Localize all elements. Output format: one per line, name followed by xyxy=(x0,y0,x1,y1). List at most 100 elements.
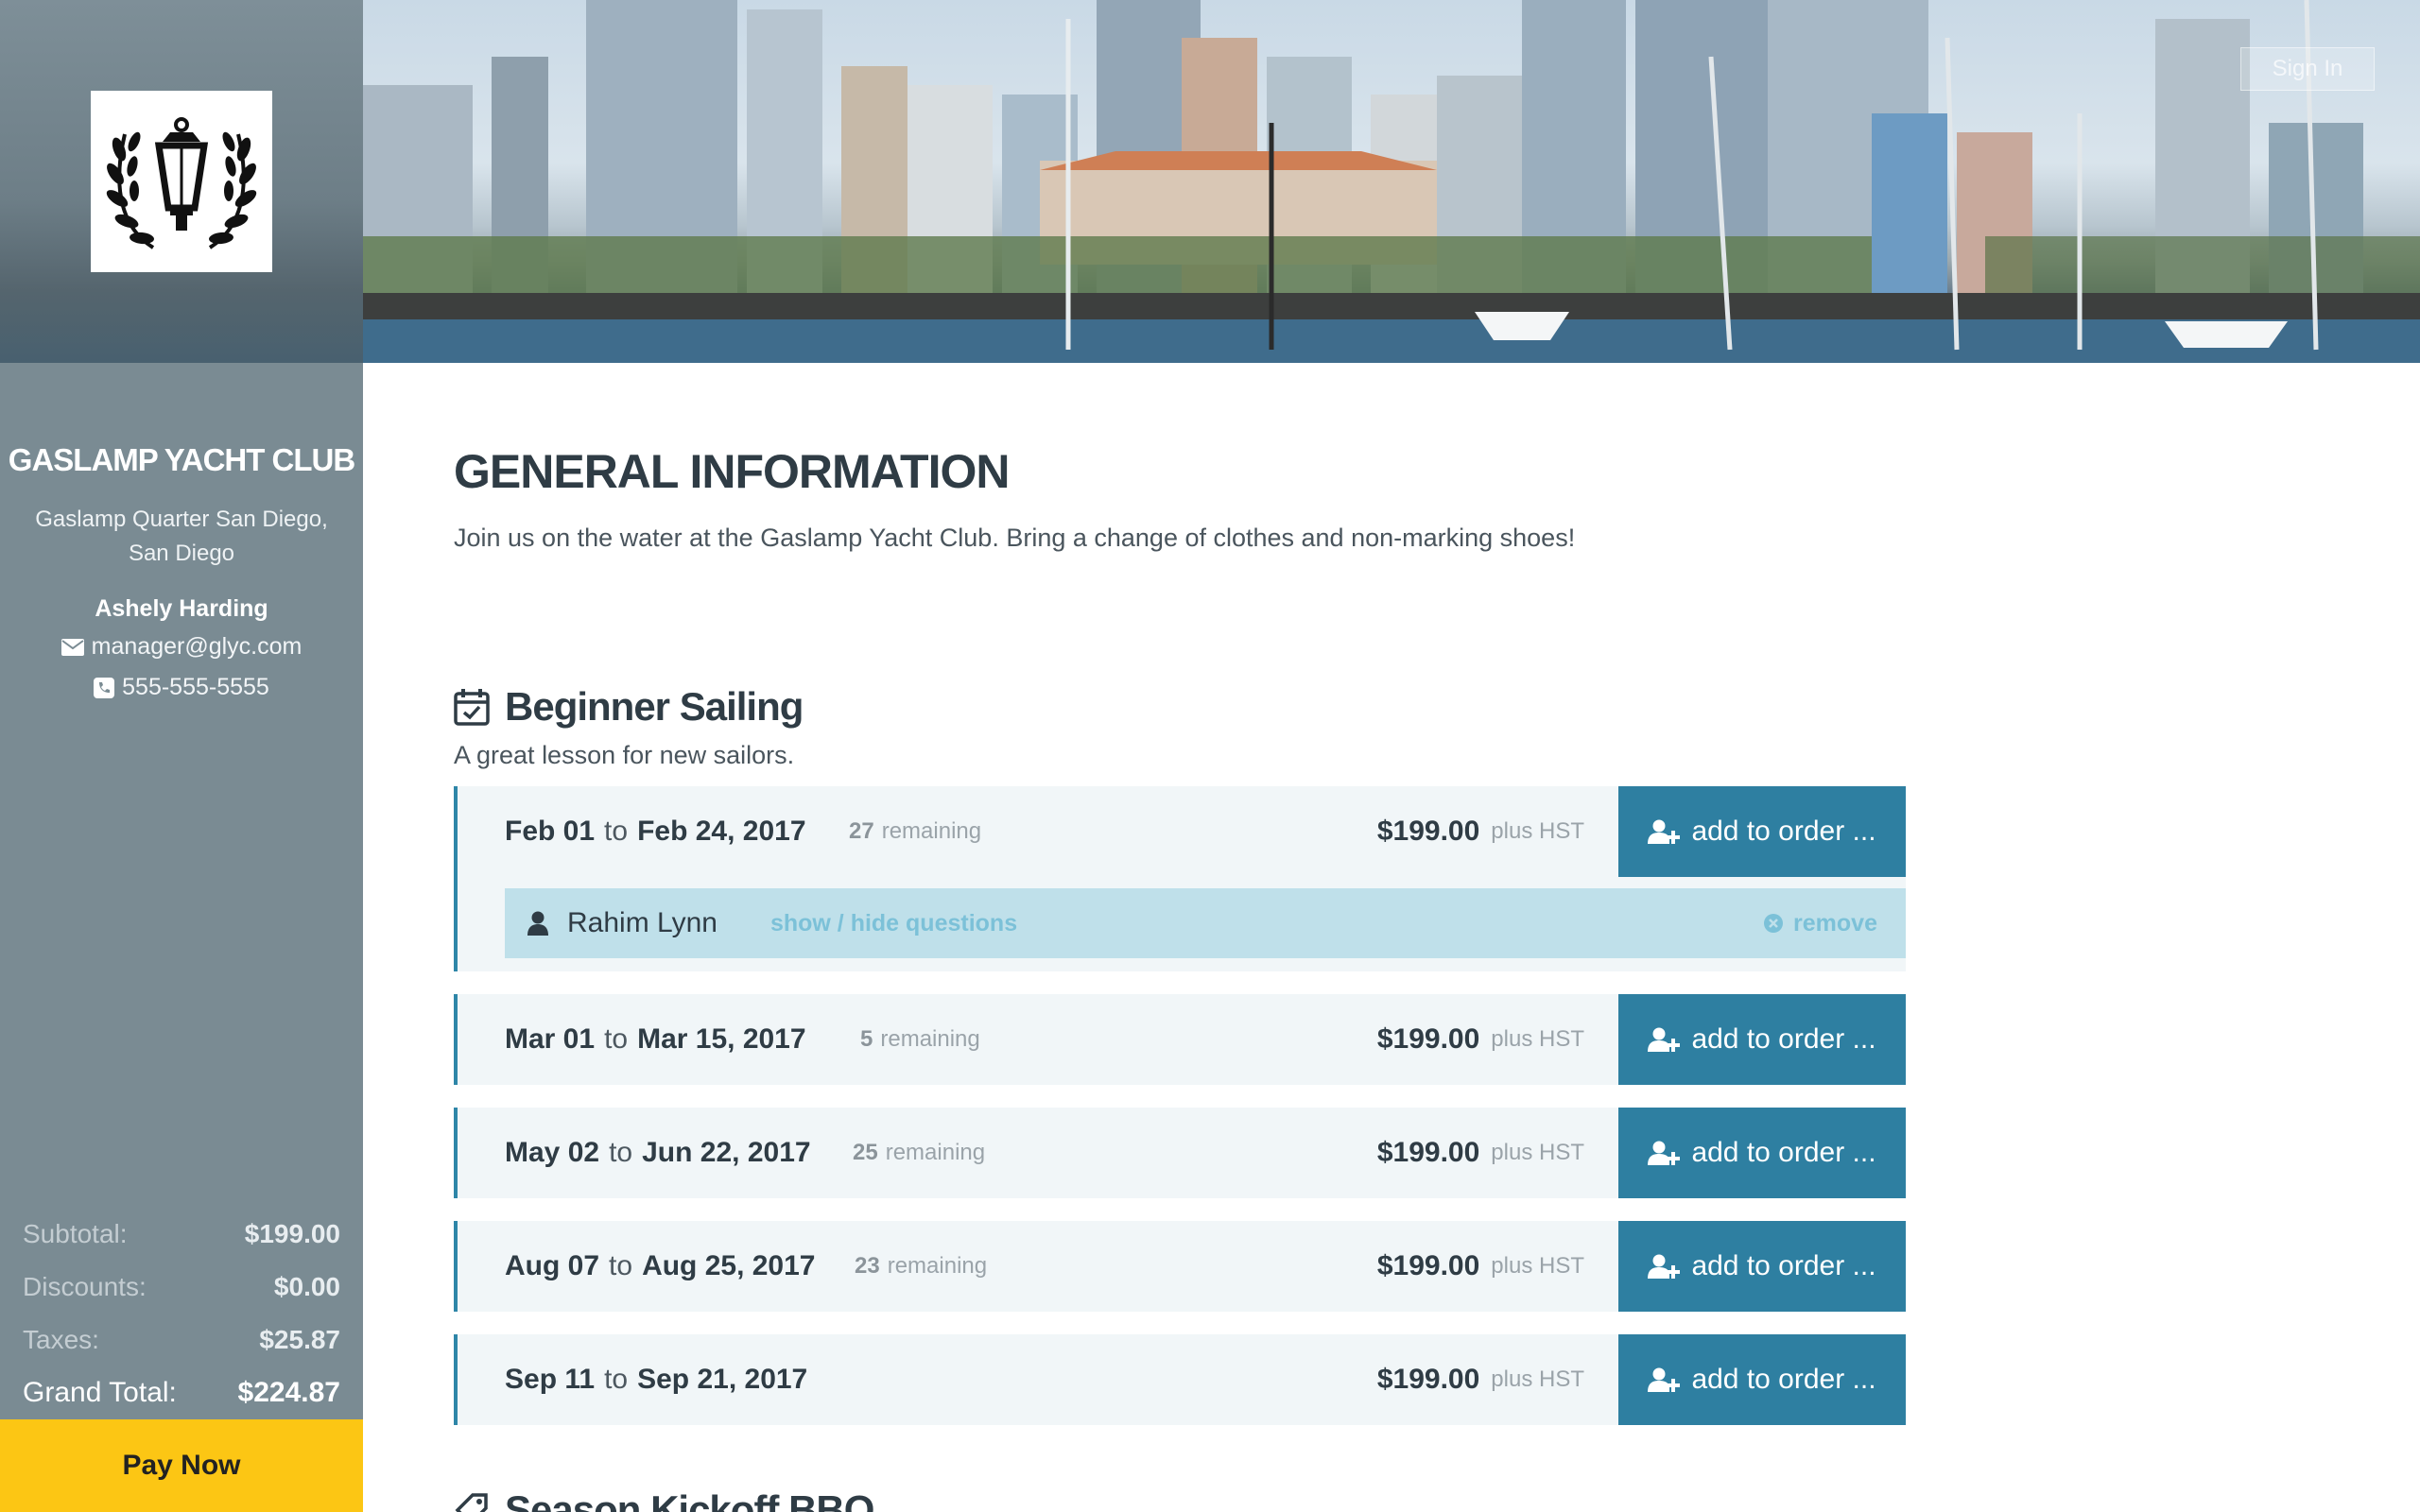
next-course-title: Season Kickoff BBQ xyxy=(505,1487,874,1512)
session-row: Aug 07 to Aug 25, 2017 23 remaining $199… xyxy=(458,1221,1906,1312)
session-start-date: Aug 07 xyxy=(505,1250,600,1281)
remaining-count: 25 xyxy=(853,1140,878,1165)
sidebar: GASLAMP YACHT CLUB Gaslamp Quarter San D… xyxy=(0,0,363,1512)
next-course-header: Season Kickoff BBQ xyxy=(454,1487,874,1512)
session-card: Sep 11 to Sep 21, 2017 $199.00 plus HST xyxy=(454,1334,1906,1425)
page-description: Join us on the water at the Gaslamp Yach… xyxy=(454,524,1576,552)
pay-now-button[interactable]: Pay Now xyxy=(0,1419,363,1512)
remaining-label: remaining xyxy=(885,1140,986,1165)
skyline-illustration xyxy=(359,0,2420,363)
club-address: Gaslamp Quarter San Diego, San Diego xyxy=(35,507,328,566)
remaining-label: remaining xyxy=(887,1253,988,1279)
session-dates: Aug 07 to Aug 25, 2017 xyxy=(505,1221,816,1312)
session-price: $199.00 plus HST xyxy=(1377,1221,1584,1312)
add-to-order-button[interactable]: add to order ... xyxy=(1618,994,1906,1085)
price-amount: $199.00 xyxy=(1376,1364,1480,1395)
attendee-row: Rahim Lynn show / hide questions remove xyxy=(505,888,1906,958)
session-price: $199.00 plus HST xyxy=(1377,786,1584,877)
person-icon xyxy=(527,911,548,936)
lantern-laurel-icon xyxy=(106,117,257,249)
session-end-date: Aug 25, 2017 xyxy=(642,1250,816,1281)
session-remaining: 27 remaining xyxy=(849,786,981,877)
session-row: Feb 01 to Feb 24, 2017 27 remaining $199… xyxy=(458,786,1906,877)
add-to-order-button[interactable]: add to order ... xyxy=(1618,1334,1906,1425)
page-title: GENERAL INFORMATION xyxy=(454,445,1010,498)
price-amount: $199.00 xyxy=(1376,1250,1480,1281)
user-plus-icon xyxy=(1648,1027,1681,1052)
price-amount: $199.00 xyxy=(1376,1137,1480,1168)
session-remaining: 5 remaining xyxy=(860,994,980,1085)
add-to-order-button[interactable]: add to order ... xyxy=(1618,786,1906,877)
price-tax-label: plus HST xyxy=(1491,1140,1584,1165)
add-to-order-label: add to order ... xyxy=(1691,1250,1876,1281)
manager-name: Ashely Harding xyxy=(95,595,268,622)
session-dates: Mar 01 to Mar 15, 2017 xyxy=(505,994,806,1085)
price-tax-label: plus HST xyxy=(1491,818,1584,844)
phone-icon xyxy=(94,677,115,698)
remove-circle-icon xyxy=(1764,914,1784,933)
header-banner-image: Sign In xyxy=(0,0,2420,363)
session-to-word: to xyxy=(604,1364,629,1395)
manager-phone[interactable]: 555-555-5555 xyxy=(0,674,363,701)
attendee-name: Rahim Lynn xyxy=(567,907,717,938)
club-name: GASLAMP YACHT CLUB xyxy=(8,442,355,477)
add-to-order-label: add to order ... xyxy=(1691,1023,1876,1055)
session-remaining: 25 remaining xyxy=(853,1108,985,1198)
course-header: Beginner Sailing xyxy=(454,684,804,730)
subtotal-label: Subtotal: xyxy=(23,1219,128,1248)
session-price: $199.00 plus HST xyxy=(1377,1334,1584,1425)
session-end-date: Jun 22, 2017 xyxy=(642,1137,811,1168)
session-dates: Feb 01 to Feb 24, 2017 xyxy=(505,786,806,877)
user-plus-icon xyxy=(1648,1141,1681,1165)
remaining-count: 5 xyxy=(860,1026,873,1052)
session-row: Mar 01 to Mar 15, 2017 5 remaining $199.… xyxy=(458,994,1906,1085)
grand-total-row: Grand Total: $224.87 xyxy=(23,1366,340,1419)
remove-attendee-button[interactable]: remove xyxy=(1763,888,1877,958)
session-row: Sep 11 to Sep 21, 2017 $199.00 plus HST xyxy=(458,1334,1906,1425)
calendar-check-icon xyxy=(454,689,490,726)
remaining-count: 27 xyxy=(849,818,874,844)
session-dates: Sep 11 to Sep 21, 2017 xyxy=(505,1334,807,1425)
session-to-word: to xyxy=(604,816,629,847)
session-start-date: Feb 01 xyxy=(505,816,596,847)
session-card: Feb 01 to Feb 24, 2017 27 remaining $199… xyxy=(454,786,1906,971)
grand-total-value: $224.87 xyxy=(237,1377,340,1408)
envelope-icon xyxy=(60,638,84,656)
user-plus-icon xyxy=(1648,1367,1681,1392)
session-start-date: May 02 xyxy=(505,1137,600,1168)
taxes-label: Taxes: xyxy=(23,1325,99,1354)
session-end-date: Feb 24, 2017 xyxy=(637,816,806,847)
add-to-order-button[interactable]: add to order ... xyxy=(1618,1221,1906,1312)
subtotal-value: $199.00 xyxy=(244,1219,340,1248)
course-description: A great lesson for new sailors. xyxy=(454,741,795,769)
remaining-label: remaining xyxy=(881,818,982,844)
remaining-label: remaining xyxy=(880,1026,980,1052)
toggle-questions-link[interactable]: show / hide questions xyxy=(770,910,1017,937)
price-tax-label: plus HST xyxy=(1491,1253,1584,1279)
add-to-order-label: add to order ... xyxy=(1691,1364,1876,1395)
add-to-order-button[interactable]: add to order ... xyxy=(1618,1108,1906,1198)
remaining-count: 23 xyxy=(855,1253,880,1279)
price-tax-label: plus HST xyxy=(1491,1366,1584,1392)
tag-icon xyxy=(455,1493,488,1512)
manager-email[interactable]: manager@glyc.com xyxy=(0,633,363,661)
course-title: Beginner Sailing xyxy=(505,684,804,729)
club-logo xyxy=(91,91,272,272)
grand-total-label: Grand Total: xyxy=(23,1377,177,1408)
session-to-word: to xyxy=(609,1137,633,1168)
order-totals: Subtotal: $199.00 Discounts: $0.00 Taxes… xyxy=(23,1208,340,1419)
discounts-row: Discounts: $0.00 xyxy=(23,1261,340,1314)
session-to-word: to xyxy=(604,1023,629,1055)
page: Sign In GASLAMP YACHT CLUB Gaslamp Quart… xyxy=(0,0,2420,1512)
sign-in-button[interactable]: Sign In xyxy=(2240,47,2375,91)
session-remaining: 23 remaining xyxy=(855,1221,987,1312)
session-price: $199.00 plus HST xyxy=(1377,994,1584,1085)
add-to-order-label: add to order ... xyxy=(1691,1137,1876,1168)
session-card: May 02 to Jun 22, 2017 25 remaining $199… xyxy=(454,1108,1906,1198)
manager-email-text: manager@glyc.com xyxy=(91,633,302,660)
subtotal-row: Subtotal: $199.00 xyxy=(23,1208,340,1261)
session-row: May 02 to Jun 22, 2017 25 remaining $199… xyxy=(458,1108,1906,1198)
session-price: $199.00 plus HST xyxy=(1377,1108,1584,1198)
remove-label: remove xyxy=(1793,909,1877,936)
discounts-value: $0.00 xyxy=(273,1272,340,1301)
